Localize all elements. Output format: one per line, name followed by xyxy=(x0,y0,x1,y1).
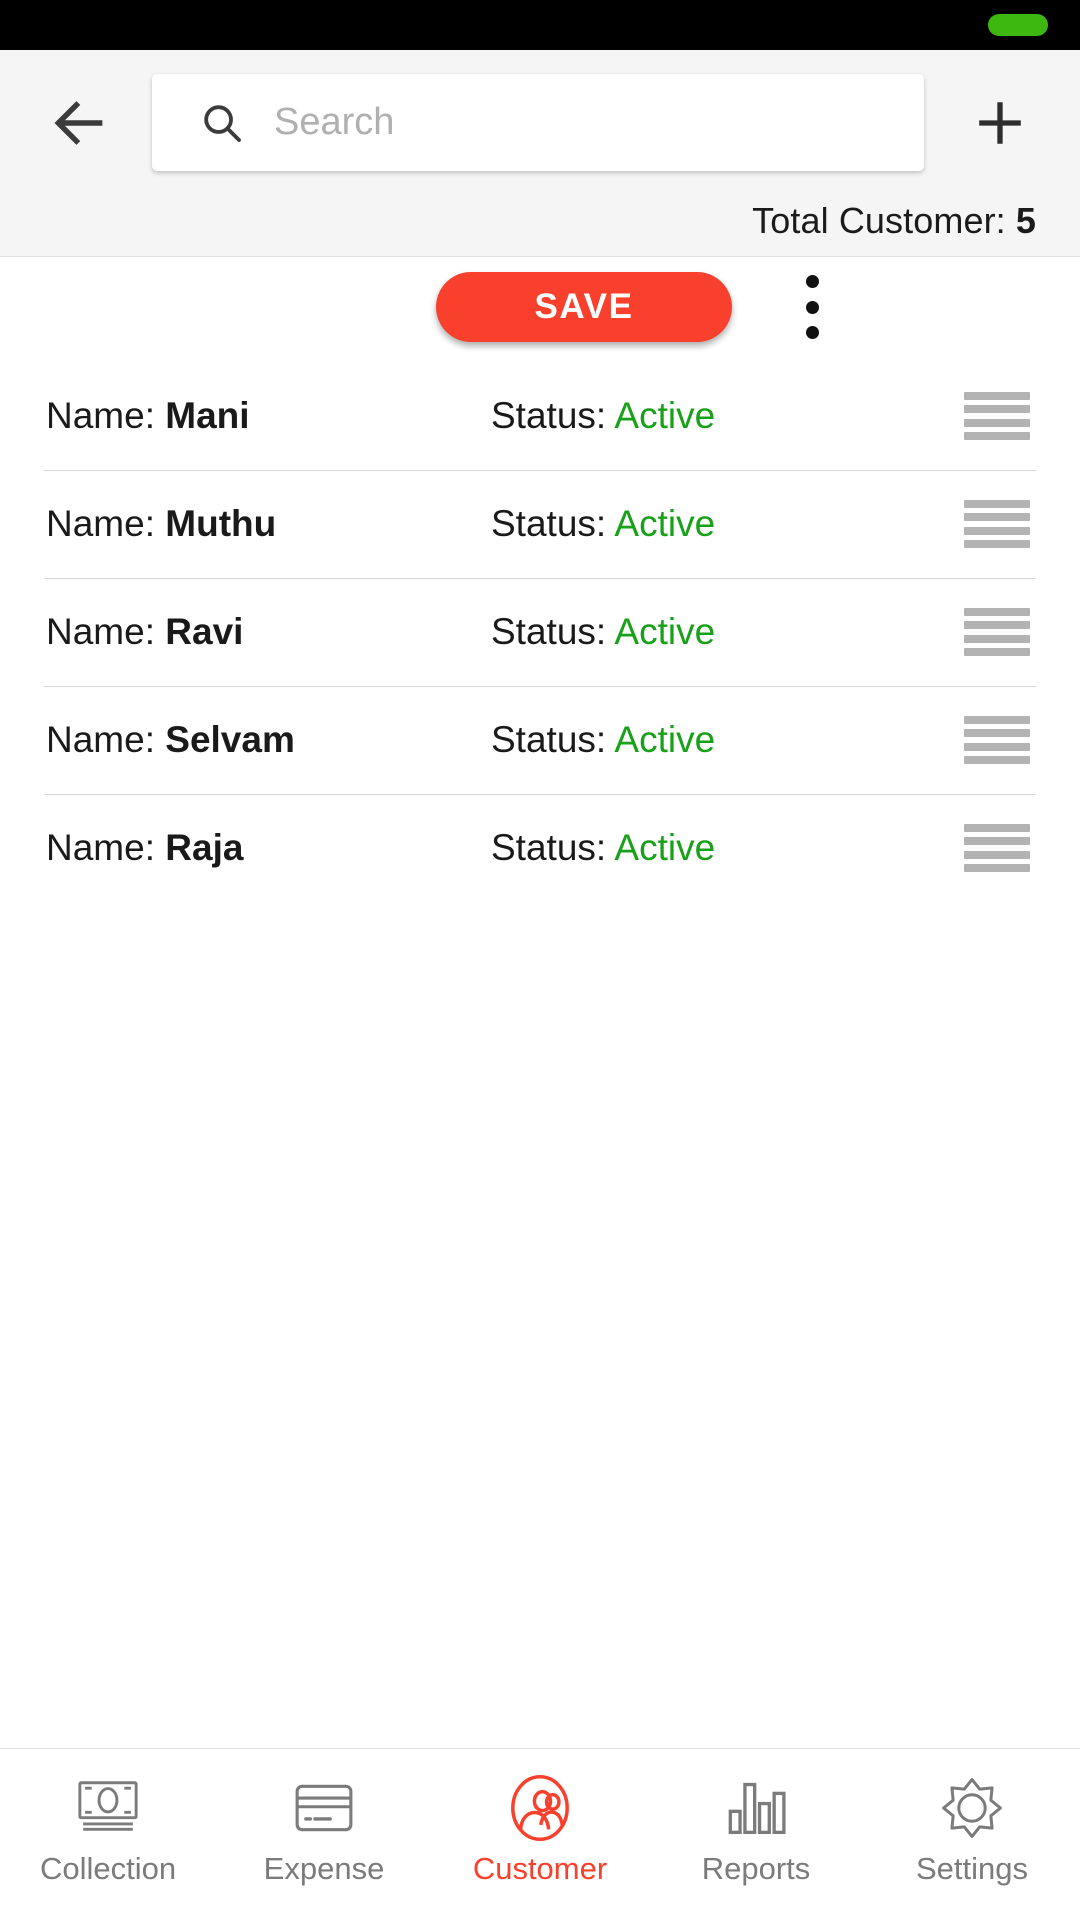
name-prefix-label: Name: xyxy=(46,827,166,868)
status-badge: Active xyxy=(614,611,716,652)
save-button[interactable]: SAVE xyxy=(436,272,732,342)
gear-icon xyxy=(940,1771,1004,1845)
action-bar: SAVE xyxy=(0,257,1080,362)
customer-status-cell: Status: Active xyxy=(491,719,964,761)
bottom-navigation: Collection Expense Customer Reports Settings xyxy=(0,1748,1080,1920)
nav-item-settings[interactable]: Settings xyxy=(864,1749,1080,1920)
drag-handle-icon[interactable] xyxy=(964,496,1030,552)
total-customer-text: Total Customer: xyxy=(752,200,1016,241)
overflow-menu-button[interactable] xyxy=(786,271,838,343)
customer-status-cell: Status: Active xyxy=(491,503,964,545)
customer-name-value: Selvam xyxy=(165,719,295,760)
total-customer-count: 5 xyxy=(1015,200,1036,241)
status-badge: Active xyxy=(614,719,716,760)
table-row[interactable]: Name: Ravi Status: Active xyxy=(0,578,1080,686)
status-prefix-label: Status: xyxy=(491,719,615,760)
search-input[interactable] xyxy=(248,74,924,171)
customer-name-cell: Name: Ravi xyxy=(46,611,491,653)
drag-handle-icon[interactable] xyxy=(964,388,1030,444)
name-prefix-label: Name: xyxy=(46,611,166,652)
nav-item-label: Collection xyxy=(39,1851,177,1886)
nav-item-reports[interactable]: Reports xyxy=(648,1749,864,1920)
table-row[interactable]: Name: Selvam Status: Active xyxy=(0,686,1080,794)
nav-item-expense[interactable]: Expense xyxy=(216,1749,432,1920)
total-customer-label: Total Customer: 5 xyxy=(752,200,1036,242)
nav-item-customer[interactable]: Customer xyxy=(432,1749,648,1920)
plus-icon xyxy=(979,101,1021,144)
nav-item-label: Customer xyxy=(472,1851,608,1886)
status-prefix-label: Status: xyxy=(491,611,615,652)
bar-chart-icon xyxy=(725,1771,787,1845)
customer-status-cell: Status: Active xyxy=(491,611,964,653)
kebab-dot xyxy=(805,326,819,339)
name-prefix-label: Name: xyxy=(46,503,166,544)
customer-name-value: Muthu xyxy=(165,503,277,544)
nav-item-collection[interactable]: Collection xyxy=(0,1749,216,1920)
drag-handle-icon[interactable] xyxy=(964,604,1030,660)
header-row xyxy=(0,50,1080,195)
nav-item-label: Expense xyxy=(263,1851,385,1886)
status-prefix-label: Status: xyxy=(491,395,615,436)
status-prefix-label: Status: xyxy=(491,503,615,544)
nav-item-label: Reports xyxy=(701,1851,811,1886)
name-prefix-label: Name: xyxy=(46,395,166,436)
drag-handle-icon[interactable] xyxy=(964,820,1030,876)
kebab-dot xyxy=(805,300,819,314)
customer-list: Name: Mani Status: Active Name: Muthu Statu… xyxy=(0,362,1080,1748)
table-row[interactable]: Name: Raja Status: Active xyxy=(0,794,1080,902)
back-button[interactable] xyxy=(36,80,122,166)
table-row[interactable]: Name: Mani Status: Active xyxy=(0,362,1080,470)
status-badge: Active xyxy=(614,503,716,544)
customer-name-cell: Name: Selvam xyxy=(46,719,491,761)
app-header: Total Customer: 5 xyxy=(0,50,1080,257)
status-badge: Active xyxy=(614,827,716,868)
customer-status-cell: Status: Active xyxy=(491,395,964,437)
battery-pill-icon xyxy=(988,14,1048,36)
credit-card-icon xyxy=(293,1771,355,1845)
app-screen: Total Customer: 5 SAVE Name: ManiStatus:… xyxy=(0,0,1080,1920)
nav-item-label: Settings xyxy=(915,1851,1028,1886)
customer-name-cell: Name: Muthu xyxy=(46,503,491,545)
banknote-icon xyxy=(75,1771,141,1845)
status-bar xyxy=(0,0,1080,50)
table-row[interactable]: Name: Muthu Status: Active xyxy=(0,470,1080,578)
add-customer-button[interactable] xyxy=(960,83,1040,163)
customer-name-value: Raja xyxy=(165,827,244,868)
arrow-left-icon xyxy=(54,100,103,145)
users-circle-icon xyxy=(507,1771,573,1845)
customer-name-value: Mani xyxy=(165,395,250,436)
name-prefix-label: Name: xyxy=(46,719,166,760)
customer-name-value: Ravi xyxy=(165,611,244,652)
customer-name-cell: Name: Mani xyxy=(46,395,491,437)
kebab-dot xyxy=(805,275,819,288)
search-box[interactable] xyxy=(152,74,924,171)
status-badge: Active xyxy=(614,395,716,436)
status-prefix-label: Status: xyxy=(491,827,615,868)
drag-handle-icon[interactable] xyxy=(964,712,1030,768)
customer-name-cell: Name: Raja xyxy=(46,827,491,869)
search-icon xyxy=(196,97,248,149)
customer-status-cell: Status: Active xyxy=(491,827,964,869)
